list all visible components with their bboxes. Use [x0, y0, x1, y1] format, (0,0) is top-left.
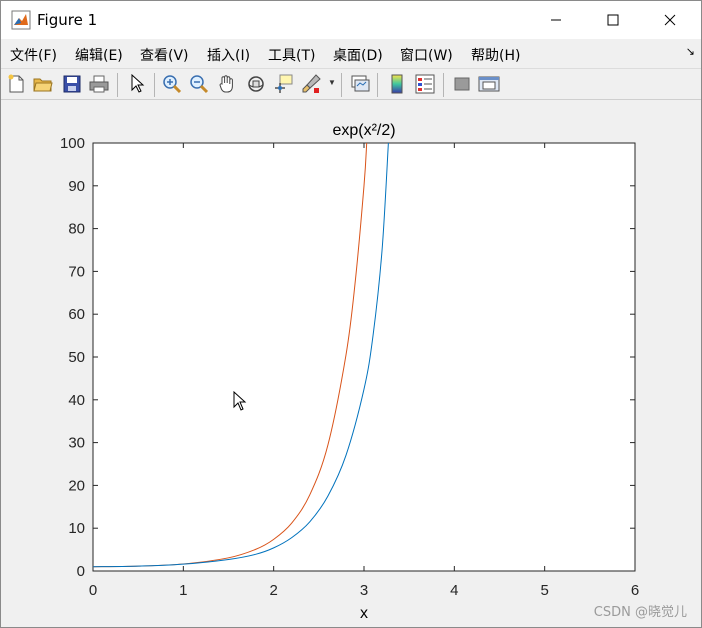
toolbar-separator: [443, 73, 444, 97]
link-plot-icon: [351, 75, 370, 92]
data-cursor-button[interactable]: [273, 73, 295, 95]
toolbar: ▼: [1, 68, 701, 100]
menu-file[interactable]: 文件(F): [10, 45, 57, 65]
y-tick-label: 80: [68, 221, 85, 238]
y-tick-label: 90: [68, 178, 85, 195]
print-icon: [89, 75, 109, 93]
menu-view[interactable]: 查看(V): [140, 45, 189, 65]
legend-icon: [415, 74, 435, 94]
figure-window: Figure 1 文件(F) 编辑(E) 查看(V) 插入(I) 工具(T) 桌…: [0, 0, 702, 628]
show-plot-tools-button[interactable]: [478, 73, 500, 95]
colorbar-icon: [391, 74, 403, 94]
pan-hand-icon: [219, 75, 233, 93]
zoom-out-icon: [190, 75, 209, 94]
menu-desktop[interactable]: 桌面(D): [333, 45, 383, 65]
maximize-button[interactable]: [590, 1, 636, 39]
zoom-in-icon: [163, 75, 182, 94]
save-button[interactable]: [61, 73, 83, 95]
x-tick-label: 1: [179, 582, 187, 599]
toolbar-separator: [117, 73, 118, 97]
watermark: CSDN @晓觉儿: [593, 605, 687, 620]
y-tick-label: 30: [68, 435, 85, 452]
pan-button[interactable]: [216, 73, 238, 95]
x-tick-label: 4: [450, 582, 458, 599]
open-file-icon: [33, 78, 53, 92]
y-tick-label: 0: [77, 563, 85, 580]
menu-edit[interactable]: 编辑(E): [75, 45, 123, 65]
chart-title: exp(x²/2): [332, 122, 395, 139]
minimize-icon: [551, 19, 561, 21]
title-bar: Figure 1: [1, 1, 701, 39]
window-title: Figure 1: [37, 11, 98, 29]
x-tick-label: 0: [89, 582, 97, 599]
y-tick-label: 100: [60, 135, 85, 152]
print-button[interactable]: [88, 73, 110, 95]
x-tick-label: 5: [540, 582, 548, 599]
maximize-icon: [607, 14, 619, 26]
colorbar-button[interactable]: [386, 73, 408, 95]
menu-help[interactable]: 帮助(H): [471, 45, 520, 65]
new-figure-button[interactable]: [5, 73, 27, 95]
axes-box: [92, 142, 636, 572]
y-tick-label: 50: [68, 349, 85, 366]
menu-tools[interactable]: 工具(T): [268, 45, 315, 65]
dock-arrow-icon[interactable]: ↘: [686, 45, 695, 58]
data-cursor-icon: [275, 74, 293, 93]
plot-axes[interactable]: 0 1 2 3 4 5 60102030405060708090100 exp(x²/2) …: [1, 101, 701, 628]
legend-button[interactable]: [414, 73, 436, 95]
save-icon: [63, 75, 81, 93]
minimize-button[interactable]: [533, 1, 579, 39]
y-tick-label: 60: [68, 306, 85, 323]
new-figure-icon: [8, 74, 24, 93]
x-tick-label: 6: [631, 582, 639, 599]
hide-plot-tools-icon: [454, 77, 470, 91]
y-tick-label: 40: [68, 392, 85, 409]
zoom-out-button[interactable]: [188, 73, 210, 95]
link-plot-button[interactable]: [349, 73, 371, 95]
zoom-in-button[interactable]: [161, 73, 183, 95]
hide-plot-tools-button[interactable]: [451, 73, 473, 95]
show-plot-tools-icon: [478, 76, 500, 92]
y-tick-label: 20: [68, 477, 85, 494]
rotate-3d-button[interactable]: [245, 73, 267, 95]
mouse-cursor-icon: [233, 391, 247, 411]
close-button[interactable]: [647, 1, 693, 39]
toolbar-separator: [377, 73, 378, 97]
brush-dropdown-icon[interactable]: ▼: [328, 78, 336, 87]
x-tick-label: 2: [269, 582, 277, 599]
y-tick-label: 70: [68, 263, 85, 280]
figure-canvas[interactable]: 0 1 2 3 4 5 6 0 10 20 30 40 50 60 70 80 90 100 exp(x²/2) …: [1, 101, 701, 628]
brush-icon: [302, 74, 321, 93]
brush-button[interactable]: [300, 73, 322, 95]
toolbar-separator: [341, 73, 342, 97]
menu-window[interactable]: 窗口(W): [400, 45, 453, 65]
menu-bar: 文件(F) 编辑(E) 查看(V) 插入(I) 工具(T) 桌面(D) 窗口(W…: [1, 39, 701, 67]
matlab-logo-icon: [11, 10, 31, 30]
open-file-button[interactable]: [32, 73, 54, 95]
rotate-3d-icon: [248, 76, 264, 92]
x-tick-label: 3: [360, 582, 368, 599]
x-axis-label: x: [360, 605, 368, 622]
toolbar-separator: [154, 73, 155, 97]
menu-insert[interactable]: 插入(I): [207, 45, 250, 65]
select-arrow-icon: [131, 74, 145, 93]
y-tick-label: 10: [68, 520, 85, 537]
select-button[interactable]: [126, 73, 148, 95]
close-icon: [664, 14, 676, 26]
